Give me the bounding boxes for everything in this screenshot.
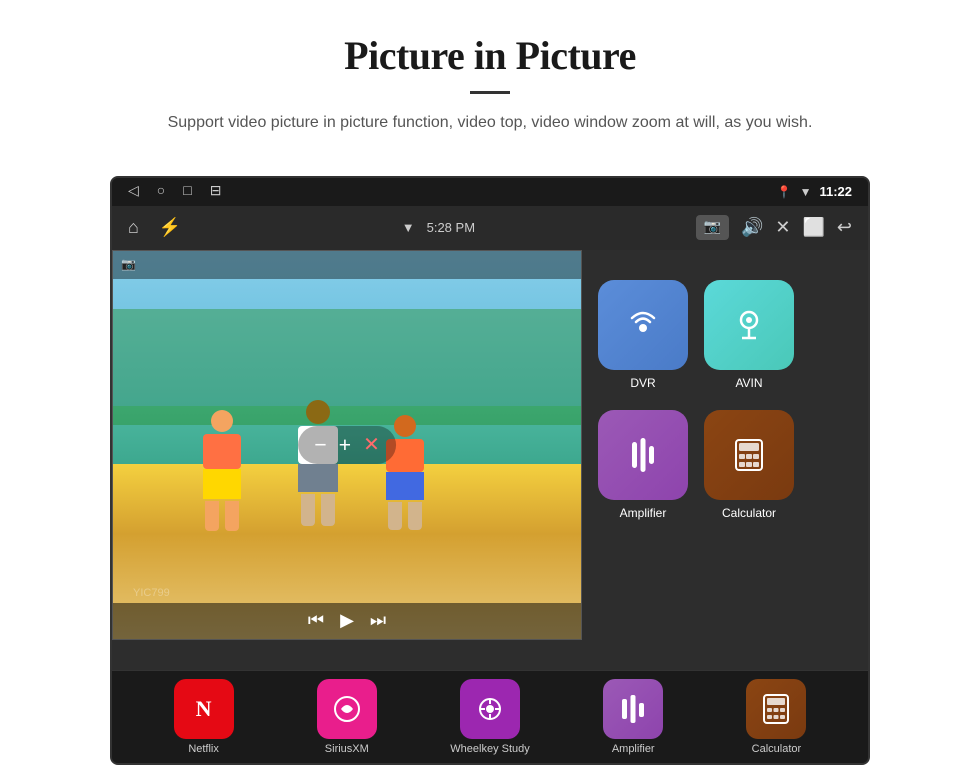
wifi-icon: ▼ (800, 185, 812, 199)
siriusxm-label: SiriusXM (325, 743, 369, 755)
app-bar: ⌂ ⚡ ▼ 5:28 PM 📷 🔊 ✕ ⬜ ↩ (112, 206, 868, 250)
wheelkey-icon-box[interactable] (460, 679, 520, 739)
avin-svg-icon (728, 304, 770, 346)
app-icons-right-panel: DVR AVIN (578, 250, 868, 670)
header-section: Picture in Picture Support video picture… (0, 0, 980, 156)
amplifier-icon-box[interactable] (598, 410, 688, 500)
status-time: 11:22 (819, 184, 852, 199)
bottom-amplifier-svg (615, 691, 651, 727)
bottom-app-siriusxm[interactable]: SiriusXM (275, 679, 418, 755)
bottom-app-wheelkey[interactable]: Wheelkey Study (418, 679, 561, 755)
wheelkey-svg (472, 691, 508, 727)
siriusxm-icon-box[interactable] (317, 679, 377, 739)
home-button[interactable]: ⌂ (128, 217, 139, 238)
pip-playback-controls[interactable]: ⏮ ▶ ⏭ (113, 603, 581, 639)
home-icon[interactable]: ○ (157, 184, 165, 200)
pip-plus-button[interactable]: + (339, 432, 352, 458)
pip-video-window[interactable]: 📷 − + ✕ ⏮ ▶ ⏭ YIC799 (112, 250, 582, 640)
pip-close-button[interactable]: ✕ (363, 432, 380, 457)
status-bar-right: 📍 ▼ 11:22 (777, 184, 852, 199)
calculator-label: Calculator (722, 506, 776, 520)
person-2 (291, 400, 346, 530)
netflix-label: Netflix (188, 743, 219, 755)
calculator-svg-icon (728, 434, 770, 476)
person-1 (197, 410, 247, 530)
usb-icon: ⚡ (159, 217, 181, 238)
app-item-avin[interactable]: AVIN (704, 280, 794, 390)
app-icons-row-1: DVR AVIN (598, 280, 848, 390)
bottom-app-calculator[interactable]: Calculator (705, 679, 848, 755)
pip-minus-button[interactable]: − (314, 432, 327, 458)
title-divider (470, 91, 510, 94)
back-arrow-icon[interactable]: ↩ (837, 217, 852, 238)
play-button[interactable]: ▶ (340, 610, 354, 631)
dvr-svg-icon (622, 304, 664, 346)
dvr-label: DVR (630, 376, 655, 390)
device-frame: ◁ ○ □ ⊟ 📍 ▼ 11:22 ⌂ ⚡ ▼ 5:28 PM 📷 🔊 ✕ ⬜ … (110, 176, 870, 765)
status-bar-left: ◁ ○ □ ⊟ (128, 183, 221, 200)
wifi-status-icon: ▼ (402, 220, 415, 235)
app-item-amplifier[interactable]: Amplifier (598, 410, 688, 520)
netflix-icon-box[interactable]: N (174, 679, 234, 739)
bottom-calculator-label: Calculator (752, 743, 802, 755)
back-icon[interactable]: ◁ (128, 183, 139, 200)
pip-icon[interactable]: ⬜ (802, 217, 824, 238)
pip-top-bar: 📷 (113, 251, 581, 279)
avin-icon-box[interactable] (704, 280, 794, 370)
menu-icon[interactable]: ⊟ (210, 183, 222, 200)
siriusxm-svg (329, 691, 365, 727)
close-icon[interactable]: ✕ (775, 217, 790, 238)
dvr-icon-box[interactable] (598, 280, 688, 370)
app-item-calculator[interactable]: Calculator (704, 410, 794, 520)
app-bar-right: 📷 🔊 ✕ ⬜ ↩ (696, 215, 852, 240)
bottom-amplifier-icon-box[interactable] (603, 679, 663, 739)
main-content: 📷 − + ✕ ⏮ ▶ ⏭ YIC799 (112, 250, 868, 763)
app-bar-left: ⌂ ⚡ (128, 217, 181, 238)
bottom-calculator-icon-box[interactable] (746, 679, 806, 739)
page-title: Picture in Picture (80, 32, 900, 79)
content-area: 📷 − + ✕ ⏮ ▶ ⏭ YIC799 (112, 250, 868, 670)
amplifier-label: Amplifier (620, 506, 667, 520)
app-icons-row-2: Amplifier (598, 410, 848, 520)
pip-video-inner: 📷 − + ✕ ⏮ ▶ ⏭ (113, 251, 581, 639)
volume-icon[interactable]: 🔊 (741, 217, 763, 238)
camera-button[interactable]: 📷 (696, 215, 729, 240)
location-icon: 📍 (777, 185, 792, 199)
rewind-button[interactable]: ⏮ (308, 610, 324, 631)
amplifier-svg-icon (622, 434, 664, 476)
bottom-bar: N Netflix SiriusXM (112, 670, 868, 763)
recents-icon[interactable]: □ (183, 184, 191, 200)
app-time: 5:28 PM (427, 220, 475, 235)
subtitle: Support video picture in picture functio… (80, 110, 900, 136)
bottom-app-amplifier[interactable]: Amplifier (562, 679, 705, 755)
trees-bg (113, 309, 581, 425)
bottom-calc-svg (758, 691, 794, 727)
calculator-icon-box[interactable] (704, 410, 794, 500)
bottom-app-netflix[interactable]: N Netflix (132, 679, 275, 755)
forward-button[interactable]: ⏭ (370, 610, 386, 631)
avin-label: AVIN (735, 376, 762, 390)
android-status-bar: ◁ ○ □ ⊟ 📍 ▼ 11:22 (112, 178, 868, 206)
wheelkey-label: Wheelkey Study (450, 743, 529, 755)
pip-size-controls[interactable]: − + ✕ (298, 426, 396, 464)
app-bar-center: ▼ 5:28 PM (402, 220, 475, 235)
app-item-dvr[interactable]: DVR (598, 280, 688, 390)
bottom-amplifier-label: Amplifier (612, 743, 655, 755)
pip-camera-icon: 📷 (121, 257, 136, 272)
watermark: YIC799 (133, 587, 170, 599)
